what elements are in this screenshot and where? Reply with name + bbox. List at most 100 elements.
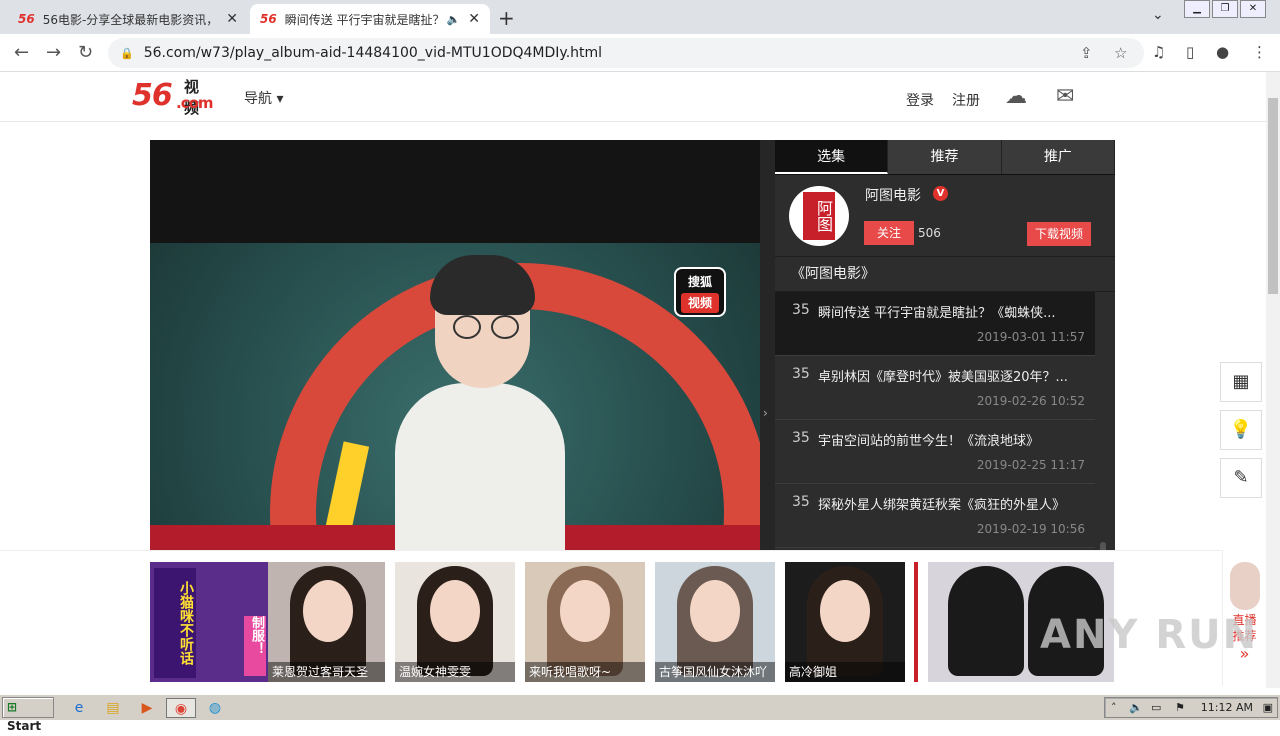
edge-icon[interactable]: ◍ (204, 698, 226, 718)
episode-number: 35 (792, 366, 810, 382)
folder-icon[interactable]: ▤ (102, 698, 124, 718)
volume-icon[interactable]: 🔈 (1129, 701, 1143, 714)
speaker-icon[interactable]: 🔈 (447, 13, 461, 26)
logo-dotcom: .com (176, 94, 214, 112)
feedback-edit-icon[interactable]: ✎ (1220, 458, 1262, 498)
episode-title: 卓别林因《摩登时代》被美国驱逐20年？... (818, 370, 1068, 385)
live-card[interactable]: 古筝国风仙女沐沐吖 (655, 562, 775, 682)
clock: 11:12 AM (1200, 701, 1253, 714)
nav-dropdown[interactable]: 导航 ▾ (244, 88, 283, 108)
sohu-video-watermark: 搜狐 视频 (674, 267, 726, 317)
side-panel-icon[interactable]: ▯ (1186, 43, 1194, 61)
tab-active-video[interactable]: 56 瞬间传送 平行宇宙就是瞎扯？ 🔈 ✕ (250, 4, 490, 34)
live-card-caption: 来听我唱歌呀~ (525, 662, 645, 682)
presenter-figure (395, 255, 565, 550)
channel-name[interactable]: 阿图电影 (865, 185, 921, 205)
download-video-button[interactable]: 下载视频 (1027, 222, 1091, 246)
episode-item[interactable]: 35 瞬间传送 平行宇宙就是瞎扯？《蜘蛛侠... 2019-03-01 11:5… (775, 292, 1095, 356)
tab-title: 56电影-分享全球最新电影资讯，实时... (42, 12, 219, 27)
mail-icon[interactable]: ✉ (1056, 84, 1074, 109)
live-card[interactable]: 高冷御姐 (785, 562, 905, 682)
tab-episodes[interactable]: 选集 (775, 140, 889, 174)
tab-title: 瞬间传送 平行宇宙就是瞎扯？ (284, 12, 441, 27)
episode-title: 宇宙空间站的前世今生！《流浪地球》 (818, 434, 1040, 449)
live-card-caption: 高冷御姐 (785, 662, 905, 682)
upload-cloud-icon[interactable]: ☁ (1005, 84, 1027, 109)
browser-menu-icon[interactable]: ⋮ (1252, 43, 1267, 61)
site-header: 56 视频 .com 导航 ▾ 登录 注册 ☁ ✉ (0, 72, 1266, 122)
episode-date: 2019-03-01 11:57 (976, 330, 1085, 344)
site-logo[interactable]: 56 视频 .com (132, 78, 214, 117)
qr-code-icon[interactable]: ▦ (1220, 362, 1262, 402)
sidebar-tabs: 选集 推荐 推广 (775, 140, 1115, 175)
share-icon[interactable]: ⇪ (1080, 44, 1093, 62)
ad-banner-text-2: 制服！ (244, 616, 266, 676)
back-arrow-icon[interactable]: ← (14, 42, 29, 63)
chrome-icon[interactable]: ◉ (166, 698, 196, 718)
sohu-bottom: 视频 (681, 293, 719, 313)
bookmark-star-icon[interactable]: ☆ (1114, 44, 1127, 62)
anyrun-watermark: ANY RUN (1040, 612, 1259, 658)
start-button[interactable]: ⊞ Start (2, 697, 54, 733)
tab-close-icon[interactable]: ✕ (226, 11, 238, 27)
reload-icon[interactable]: ↻ (78, 42, 93, 63)
live-card[interactable]: 莱恩贺过客哥天圣 (268, 562, 385, 682)
video-frame (150, 243, 760, 550)
tray-chevron-icon[interactable]: ˄ (1111, 701, 1117, 714)
new-tab-button[interactable]: + (498, 6, 515, 30)
show-desktop-icon[interactable]: ▣ (1263, 701, 1273, 714)
tab-search-chevron-icon[interactable]: ⌄ (1152, 7, 1164, 23)
sohu-top: 搜狐 (687, 275, 712, 289)
episode-list-scrollbar[interactable] (1100, 542, 1106, 550)
tab-recommend[interactable]: 推荐 (888, 140, 1002, 174)
network-icon[interactable]: ▭ (1151, 701, 1161, 714)
browser-tab-strip: 56 56电影-分享全球最新电影资讯，实时... ✕ 56 瞬间传送 平行宇宙就… (0, 0, 1280, 34)
album-title: 《阿图电影》 (775, 257, 1115, 292)
live-card-caption: 莱恩贺过客哥天圣 (268, 662, 385, 682)
live-card-caption: 温婉女神雯雯 (395, 662, 515, 682)
episode-list: 35 瞬间传送 平行宇宙就是瞎扯？《蜘蛛侠... 2019-03-01 11:5… (775, 292, 1115, 550)
episode-date: 2019-02-25 11:17 (976, 458, 1085, 472)
tab-close-icon[interactable]: ✕ (468, 11, 480, 27)
minimize-icon[interactable]: ▁ (1184, 0, 1210, 18)
episode-item[interactable]: 35 宇宙空间站的前世今生！《流浪地球》 2019-02-25 11:17 (775, 420, 1095, 484)
maximize-icon[interactable]: ❐ (1212, 0, 1238, 18)
follower-count: 506 (918, 226, 941, 240)
episode-number: 35 (792, 430, 810, 446)
lightbulb-icon[interactable]: 💡 (1220, 410, 1262, 450)
window-controls: ▁ ❐ ✕ (1182, 0, 1266, 18)
close-window-icon[interactable]: ✕ (1240, 0, 1266, 18)
live-avatar (1229, 562, 1260, 610)
video-player[interactable]: 搜狐 视频 (150, 140, 760, 550)
media-control-icon[interactable]: ♫ (1152, 43, 1165, 61)
logo-number: 56 (132, 78, 173, 113)
url-field[interactable]: 🔒 56.com/w73/play_album-aid-14484100_vid… (108, 38, 1144, 68)
url-text[interactable]: 56.com/w73/play_album-aid-14484100_vid-M… (144, 45, 602, 61)
profile-icon[interactable]: ● (1216, 43, 1229, 61)
episode-item[interactable]: 35 卓别林因《摩登时代》被美国驱逐20年？... 2019-02-26 10:… (775, 356, 1095, 420)
media-player-icon[interactable]: ▶ (136, 698, 158, 718)
tab-56-movie[interactable]: 56 56电影-分享全球最新电影资讯，实时... ✕ (8, 4, 248, 34)
page-scrollbar[interactable] (1266, 72, 1280, 688)
flag-icon[interactable]: ⚑ (1175, 701, 1185, 714)
ad-banner[interactable]: 小猫咪不听话 制服！ (150, 562, 270, 682)
live-card[interactable]: 温婉女神雯雯 (395, 562, 515, 682)
chevron-right-icon: › (763, 406, 768, 420)
avatar-text: 阿图 (803, 192, 835, 240)
page-scrollbar-thumb[interactable] (1268, 98, 1278, 294)
forward-arrow-icon[interactable]: → (46, 42, 61, 63)
episode-item[interactable]: 35 探秘外星人绑架黄廷秋案《疯狂的外星人》 2019-02-19 10:56 (775, 484, 1095, 548)
episode-number: 35 (792, 494, 810, 510)
live-card[interactable]: 来听我唱歌呀~ (525, 562, 645, 682)
login-link[interactable]: 登录 (906, 90, 934, 110)
tab-favicon: 56 (260, 12, 277, 26)
address-bar-row: ← → ↻ 🔒 56.com/w73/play_album-aid-144841… (0, 34, 1280, 72)
episode-date: 2019-02-26 10:52 (976, 394, 1085, 408)
register-link[interactable]: 注册 (952, 90, 980, 110)
channel-avatar[interactable]: 阿图 (789, 186, 849, 246)
sidebar-toggle[interactable]: › (760, 140, 775, 550)
tab-promo[interactable]: 推广 (1001, 140, 1115, 174)
taskbar: ⊞ Start e ▤ ▶ ◉ ◍ ˄ 🔈 ▭ ⚑ 11:12 AM ▣ (0, 694, 1280, 733)
ie-icon[interactable]: e (68, 698, 90, 718)
follow-button[interactable]: 关注 (864, 221, 914, 245)
